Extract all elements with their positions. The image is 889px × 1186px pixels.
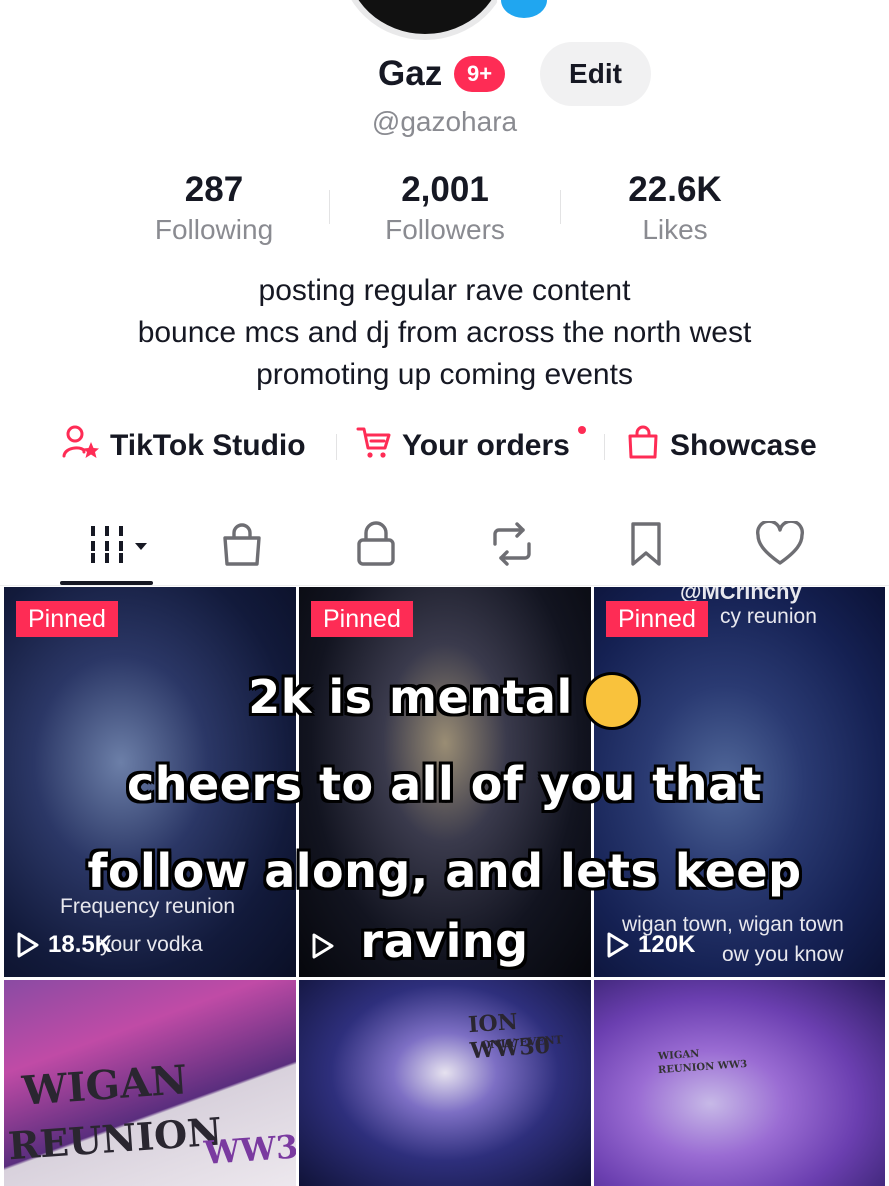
view-count-value: 120K xyxy=(638,931,696,958)
following-count: 287 xyxy=(184,170,244,209)
tab-reposts[interactable] xyxy=(480,512,544,576)
your-orders-link[interactable]: Your orders xyxy=(356,420,586,472)
quick-divider xyxy=(336,434,337,460)
tab-liked[interactable] xyxy=(748,512,812,576)
repost-icon xyxy=(493,522,531,566)
tiktok-studio-label: TikTok Studio xyxy=(110,429,306,462)
showcase-label: Showcase xyxy=(670,429,817,462)
video-grid: Pinned Frequency reunion your vodka 18.5… xyxy=(0,587,889,1186)
sign-text: ION WW30 xyxy=(467,1008,551,1065)
following-stat[interactable]: 287 Following xyxy=(99,168,329,248)
video-tile[interactable]: @MCrinchy Pinned cy reunion wigan town, … xyxy=(594,587,885,977)
view-count: 120K xyxy=(606,931,695,959)
pinned-badge: Pinned xyxy=(16,601,118,637)
profile-bio: posting regular rave content bounce mcs … xyxy=(0,270,889,396)
likes-stat[interactable]: 22.6K Likes xyxy=(560,168,790,248)
profile-name-row: Gaz 9+ Edit xyxy=(0,42,889,106)
bio-line: posting regular rave content xyxy=(258,274,631,307)
cart-icon xyxy=(356,424,402,468)
heart-icon xyxy=(756,521,804,565)
sign-text: WIGAN xyxy=(657,1048,700,1063)
video-tile[interactable]: ION WW30 ONLY EVENT xyxy=(299,980,591,1186)
likes-count: 22.6K xyxy=(628,170,722,209)
grid-icon xyxy=(91,526,147,563)
bookmark-icon xyxy=(631,522,661,566)
play-icon xyxy=(312,933,334,959)
followers-label: Followers xyxy=(385,214,505,245)
quick-divider xyxy=(604,434,605,460)
tab-shop[interactable] xyxy=(210,512,274,576)
tab-videos[interactable] xyxy=(78,512,158,576)
active-tab-indicator xyxy=(60,581,153,585)
likes-label: Likes xyxy=(642,214,708,245)
shopping-bag-icon xyxy=(223,523,261,566)
add-avatar-icon[interactable] xyxy=(497,0,551,22)
edit-profile-button[interactable]: Edit xyxy=(540,42,651,106)
video-tile[interactable]: Pinned xyxy=(299,587,591,977)
video-tile[interactable]: WIGAN REUNION WW30 xyxy=(4,980,296,1186)
person-star-icon xyxy=(62,424,110,468)
tiktok-studio-link[interactable]: TikTok Studio xyxy=(62,420,306,472)
shopping-bag-icon xyxy=(626,424,670,468)
sign-text: WW30 xyxy=(202,1125,296,1173)
content-tabs xyxy=(0,508,889,586)
quick-links: TikTok Studio Your orders Showcase xyxy=(0,420,889,472)
tab-saved[interactable] xyxy=(614,512,678,576)
pinned-badge: Pinned xyxy=(311,601,413,637)
video-caption: cy reunion xyxy=(720,605,817,628)
bio-line: promoting up coming events xyxy=(256,358,633,391)
play-icon xyxy=(17,932,39,958)
profile-handle: @gazohara xyxy=(371,106,518,137)
video-caption: Frequency reunion xyxy=(60,895,236,918)
video-caption: your vodka xyxy=(100,933,203,956)
pinned-badge: Pinned xyxy=(606,601,708,637)
play-icon xyxy=(607,932,629,958)
lock-icon xyxy=(357,521,395,566)
sign-text: WIGAN xyxy=(20,1056,189,1115)
orders-notification-dot xyxy=(578,426,586,434)
view-count: 18.5K xyxy=(16,931,112,959)
video-tile[interactable]: WIGAN REUNION WW3 xyxy=(594,980,885,1186)
following-label: Following xyxy=(154,214,274,245)
tab-private[interactable] xyxy=(344,512,408,576)
profile-stats: 287 Following 2,001 Followers 22.6K Like… xyxy=(0,168,889,248)
bio-line: bounce mcs and dj from across the north … xyxy=(137,316,752,349)
video-tile[interactable]: Pinned Frequency reunion your vodka 18.5… xyxy=(4,587,296,977)
video-caption: ow you know xyxy=(722,943,844,966)
view-count-value: 18.5K xyxy=(48,931,113,958)
profile-avatar[interactable] xyxy=(340,0,510,40)
view-count xyxy=(311,933,343,959)
your-orders-label: Your orders xyxy=(402,429,570,462)
followers-stat[interactable]: 2,001 Followers xyxy=(330,168,560,248)
showcase-link[interactable]: Showcase xyxy=(626,420,817,472)
followers-count: 2,001 xyxy=(401,170,489,209)
notification-badge[interactable]: 9+ xyxy=(454,56,506,92)
sign-text: REUNION xyxy=(6,1108,224,1169)
profile-name: Gaz xyxy=(378,54,443,93)
